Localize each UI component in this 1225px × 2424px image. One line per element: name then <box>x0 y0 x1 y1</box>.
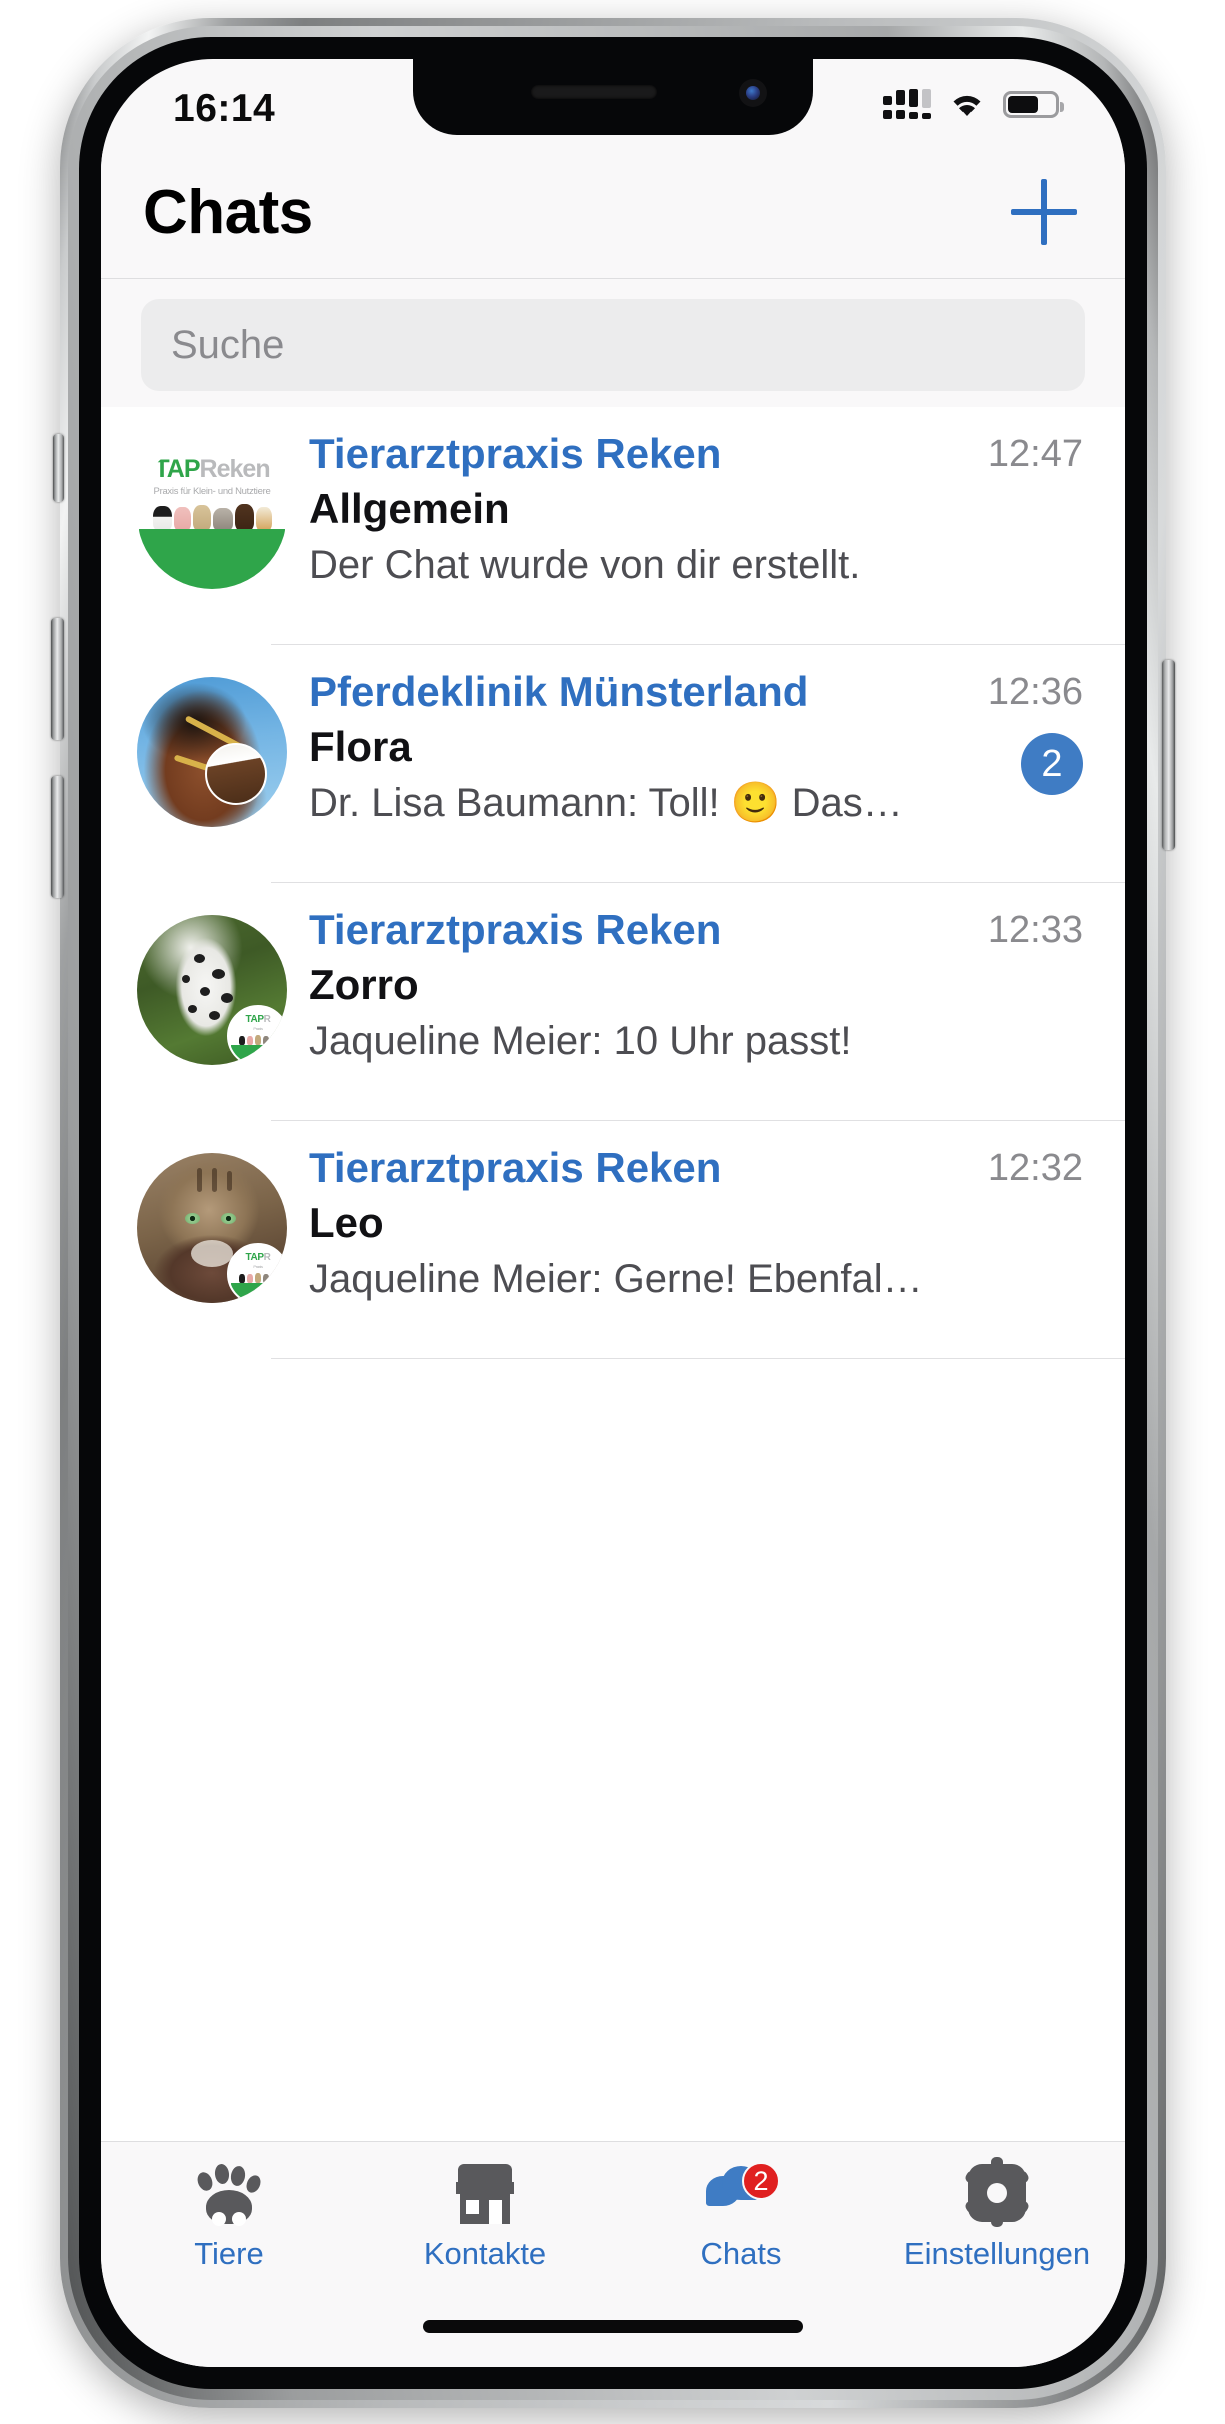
chat-list[interactable]: TAPReken Praxis für Klein- und Nutztiere <box>101 407 1125 2141</box>
avatar: TAPReken Praxis für Klein- und Nutztiere <box>137 439 287 589</box>
display-notch <box>413 59 813 135</box>
status-bar-time: 16:14 <box>173 87 276 130</box>
unread-badge: 2 <box>1021 733 1083 795</box>
chat-organization: Tierarztpraxis Reken <box>309 906 722 953</box>
wifi-icon <box>948 90 986 118</box>
chat-preview: Der Chat wurde von dir erstellt. <box>309 543 861 588</box>
power-button[interactable] <box>1162 660 1175 850</box>
logo-animals-icon <box>145 501 279 531</box>
avatar-clinic-badge: TAPR Praxis <box>227 1005 287 1065</box>
chat-preview: Jaqueline Meier: 10 Uhr passt! <box>309 1019 852 1064</box>
tab-unread-badge: 2 <box>742 2162 780 2200</box>
chat-list-item[interactable]: TAPReken Praxis für Klein- und Nutztiere <box>101 407 1125 645</box>
chat-item-body: Tierarztpraxis Reken Allgemein Der Chat … <box>309 429 1085 593</box>
home-indicator[interactable] <box>423 2320 803 2333</box>
logo-tagline: Praxis für Klein- und Nutztiere <box>153 486 271 497</box>
tab-label: Einstellungen <box>903 2236 1091 2271</box>
avatar: TAPR Praxis <box>137 915 287 1065</box>
gear-icon <box>960 2157 1034 2227</box>
tab-bar: Tiere Kontakte 2 Chats Einstellungen <box>101 2141 1125 2367</box>
chat-list-item[interactable]: TAPR Praxis <box>101 1121 1125 1359</box>
tab-label: Kontakte <box>423 2236 547 2271</box>
screenshot-stage: 16:14 Chats Suche TAPReken Praxis für Kl… <box>0 0 1225 2424</box>
chat-timestamp: 12:33 <box>987 909 1083 951</box>
chat-preview: Jaqueline Meier: Gerne! Ebenfal… <box>309 1257 923 1302</box>
chat-organization: Pferdeklinik Münsterland <box>309 668 809 715</box>
logo-green-dome <box>139 529 285 589</box>
tap-reken-logo-icon: TAPReken Praxis für Klein- und Nutztiere <box>137 439 287 589</box>
search-section: Suche <box>101 279 1125 407</box>
earpiece-speaker-icon <box>531 85 657 99</box>
tab-kontakte[interactable]: Kontakte <box>357 2160 613 2272</box>
chat-pet-name: Allgemein <box>309 484 510 532</box>
chat-timestamp: 12:32 <box>987 1147 1083 1189</box>
chat-organization: Tierarztpraxis Reken <box>309 1144 722 1191</box>
store-icon <box>448 2160 522 2226</box>
status-bar-icons <box>883 89 1064 119</box>
chat-preview: Dr. Lisa Baumann: Toll! 🙂 Das… <box>309 781 903 826</box>
chat-pet-name: Leo <box>309 1198 384 1246</box>
avatar: TAPR Praxis <box>137 1153 287 1303</box>
tab-tiere[interactable]: Tiere <box>101 2160 357 2272</box>
chat-organization: Tierarztpraxis Reken <box>309 430 722 477</box>
chat-item-body: Tierarztpraxis Reken Zorro Jaqueline Mei… <box>309 905 1085 1069</box>
chat-item-body: Tierarztpraxis Reken Leo Jaqueline Meier… <box>309 1143 1085 1307</box>
tab-label: Chats <box>700 2236 782 2271</box>
chat-list-item[interactable]: Pferdeklinik Münsterland Flora Dr. Lisa … <box>101 645 1125 883</box>
avatar-clinic-badge: TAPR Praxis <box>227 1243 287 1303</box>
tab-einstellungen[interactable]: Einstellungen <box>869 2157 1125 2272</box>
chat-timestamp: 12:47 <box>987 433 1083 475</box>
phone-bezel: 16:14 Chats Suche TAPReken Praxis für Kl… <box>79 37 1147 2389</box>
chat-list-item[interactable]: TAPR Praxis <box>101 883 1125 1121</box>
volume-down-button[interactable] <box>51 776 64 898</box>
plus-icon[interactable] <box>1011 179 1077 245</box>
page-title: Chats <box>143 178 313 247</box>
chat-item-body: Pferdeklinik Münsterland Flora Dr. Lisa … <box>309 667 1085 831</box>
chats-icon: 2 <box>704 2160 780 2226</box>
mute-switch-button[interactable] <box>53 434 64 502</box>
tab-label: Tiere <box>194 2236 264 2271</box>
volume-up-button[interactable] <box>51 618 64 740</box>
search-placeholder: Suche <box>171 322 285 367</box>
paw-icon <box>192 2160 266 2226</box>
chat-pet-name: Flora <box>309 722 412 770</box>
chat-timestamp: 12:36 <box>987 671 1083 713</box>
list-separator <box>271 1357 1125 1359</box>
phone-screen: 16:14 Chats Suche TAPReken Praxis für Kl… <box>101 59 1125 2367</box>
search-input[interactable]: Suche <box>141 299 1085 391</box>
nav-bar: Chats <box>101 151 1125 279</box>
chat-pet-name: Zorro <box>309 960 419 1008</box>
logo-reken-text: Reken <box>199 455 271 483</box>
battery-icon <box>1003 90 1064 118</box>
avatar-clinic-badge <box>205 743 267 805</box>
tab-chats[interactable]: 2 Chats <box>613 2160 869 2272</box>
logo-tap-text: TAP <box>154 455 200 483</box>
phone-frame: 16:14 Chats Suche TAPReken Praxis für Kl… <box>51 18 1175 2408</box>
cellular-signal-icon <box>883 89 931 119</box>
front-camera-icon <box>739 79 767 107</box>
